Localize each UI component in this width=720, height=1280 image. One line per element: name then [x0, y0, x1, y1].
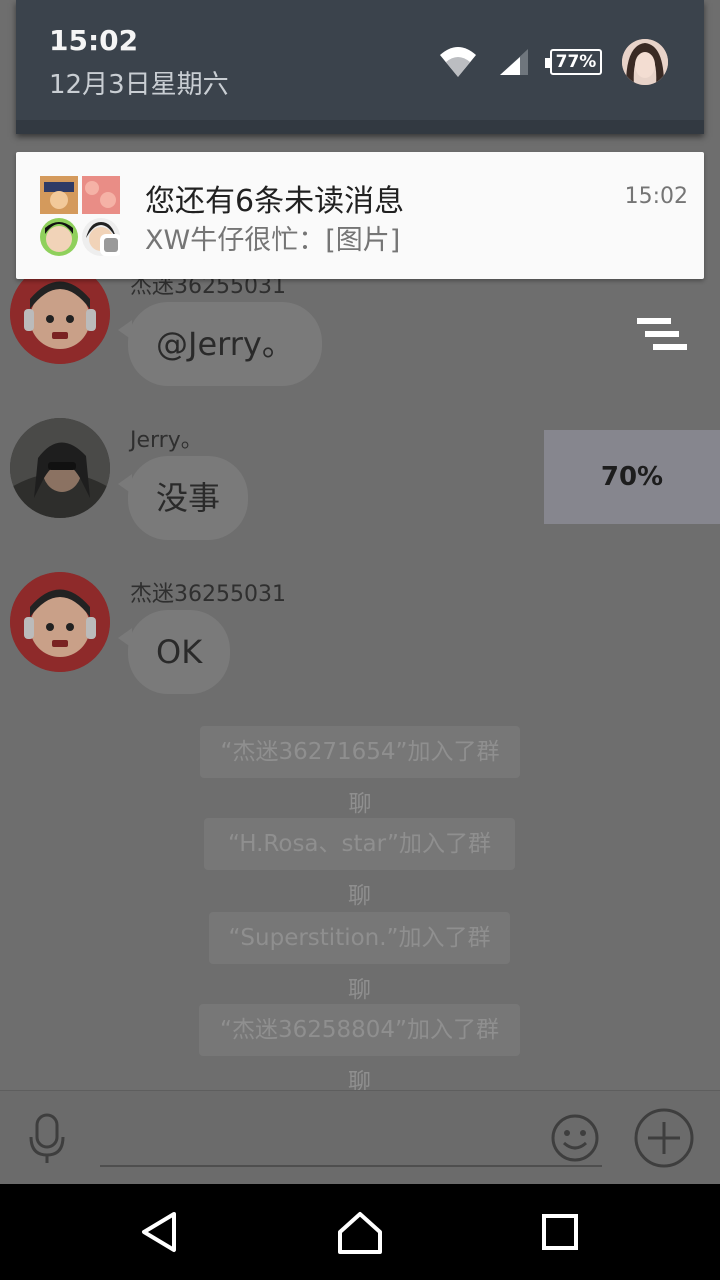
notification-card[interactable]: 您还有6条未读消息 XW牛仔很忙：[图片] 15:02 — [16, 152, 704, 279]
group-avatar-icon — [40, 176, 120, 256]
home-icon[interactable] — [334, 1206, 386, 1258]
user-avatar[interactable] — [622, 39, 668, 85]
avatar[interactable] — [10, 264, 110, 364]
notification-title: 您还有6条未读消息 — [145, 184, 405, 219]
system-message: “Superstition.”加入了群聊 — [209, 912, 510, 1003]
signal-icon[interactable] — [498, 47, 530, 77]
microphone-icon[interactable] — [28, 1113, 66, 1165]
notification-time: 15:02 — [624, 184, 688, 209]
sender-name: 杰迷36255031 — [130, 582, 286, 607]
system-message: “杰迷36258804”加入了群聊 — [199, 1004, 520, 1095]
message-bubble[interactable]: OK — [117, 610, 231, 694]
shade-handle — [16, 120, 704, 134]
input-bar — [0, 1090, 720, 1184]
recents-icon[interactable] — [534, 1206, 586, 1258]
progress-percent: 70% — [544, 430, 720, 524]
message-bubble[interactable]: @Jerry。 — [118, 302, 322, 386]
date: 12月3日星期六 — [49, 70, 229, 100]
photo-avatar-icon — [10, 418, 110, 518]
message-input[interactable] — [100, 1165, 602, 1167]
clock: 15:02 — [49, 24, 139, 57]
plus-icon[interactable] — [633, 1107, 695, 1169]
status-icons: 77% — [438, 38, 668, 86]
avatar[interactable] — [10, 418, 110, 518]
navigation-bar — [0, 1184, 720, 1280]
cartoon-avatar-icon — [10, 572, 110, 672]
notification-text: XW牛仔很忙：[图片] — [145, 225, 401, 256]
battery-icon[interactable]: 77% — [545, 49, 602, 75]
menu-icon[interactable] — [637, 318, 687, 354]
cartoon-avatar-icon — [10, 264, 110, 364]
back-icon[interactable] — [134, 1206, 186, 1258]
message-bubble[interactable]: 没事 — [117, 456, 249, 540]
wifi-icon[interactable] — [438, 45, 478, 79]
avatar[interactable] — [10, 572, 110, 672]
system-message: “H.Rosa、star”加入了群聊 — [204, 818, 515, 909]
status-shade[interactable]: 15:02 12月3日星期六 77% — [16, 0, 704, 134]
emoji-icon[interactable] — [550, 1113, 600, 1163]
user-photo-icon — [622, 39, 668, 85]
system-message: “杰迷36271654”加入了群聊 — [200, 726, 520, 817]
sender-name: Jerry。 — [130, 428, 203, 453]
